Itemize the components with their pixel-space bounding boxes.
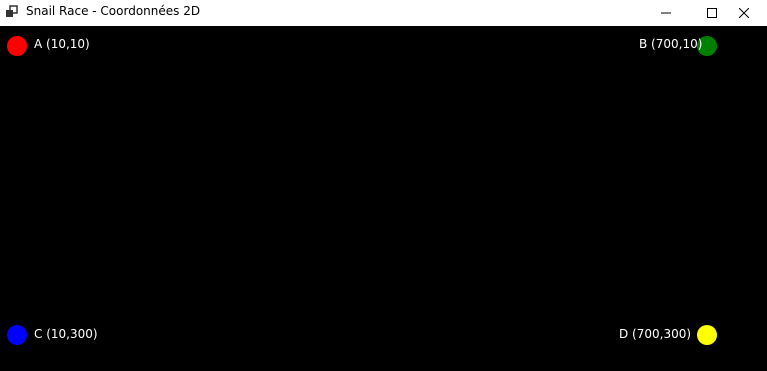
point-d-label: D (700,300) — [619, 327, 692, 341]
point-b-label: B (700,10) — [639, 37, 703, 51]
title-bar[interactable]: Snail Race - Coordonnées 2D — [0, 0, 767, 25]
window-title: Snail Race - Coordonnées 2D — [26, 4, 201, 18]
point-a-label: A (10,10) — [34, 37, 90, 51]
app-window-icon[interactable] — [5, 4, 19, 18]
minimize-icon — [661, 12, 671, 13]
close-button[interactable] — [721, 0, 767, 25]
minimize-button[interactable] — [643, 0, 689, 25]
point-c-label: C (10,300) — [34, 327, 98, 341]
app-window: Snail Race - Coordonnées 2D A (10,10) B … — [0, 0, 767, 371]
maximize-icon — [707, 7, 717, 18]
point-a-marker — [7, 36, 27, 56]
close-icon — [739, 7, 749, 18]
point-c-marker — [7, 325, 27, 345]
point-d-marker — [697, 325, 717, 345]
drawing-canvas[interactable]: A (10,10) B (700,10) C (10,300) D (700,3… — [0, 26, 767, 371]
